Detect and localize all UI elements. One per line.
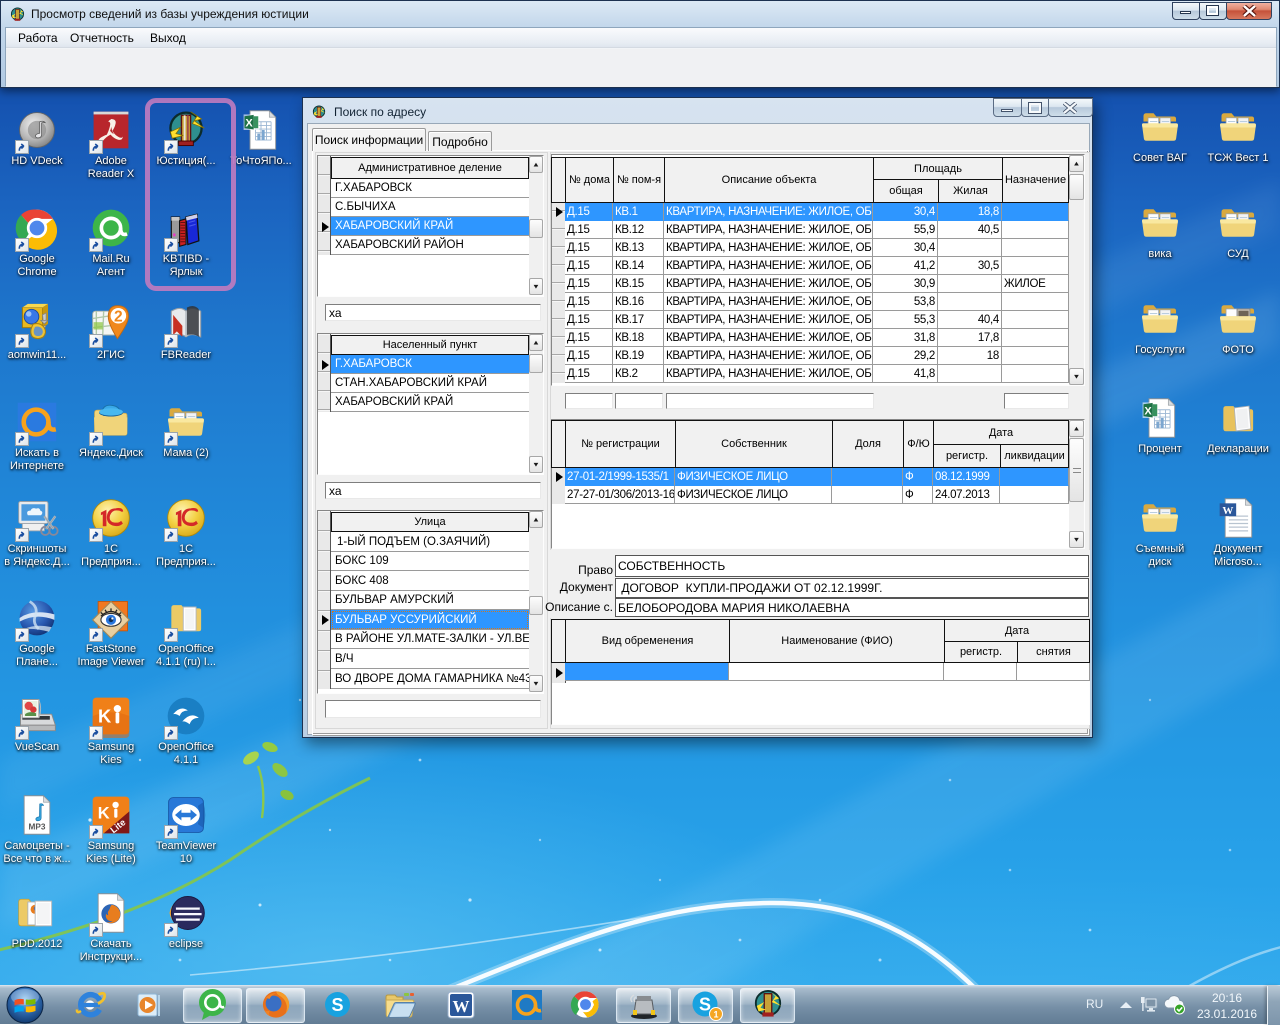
svg-text:S: S xyxy=(331,995,343,1015)
svg-text:W: W xyxy=(453,997,470,1016)
svg-text:S: S xyxy=(699,995,711,1015)
svg-text:1: 1 xyxy=(713,1010,718,1020)
